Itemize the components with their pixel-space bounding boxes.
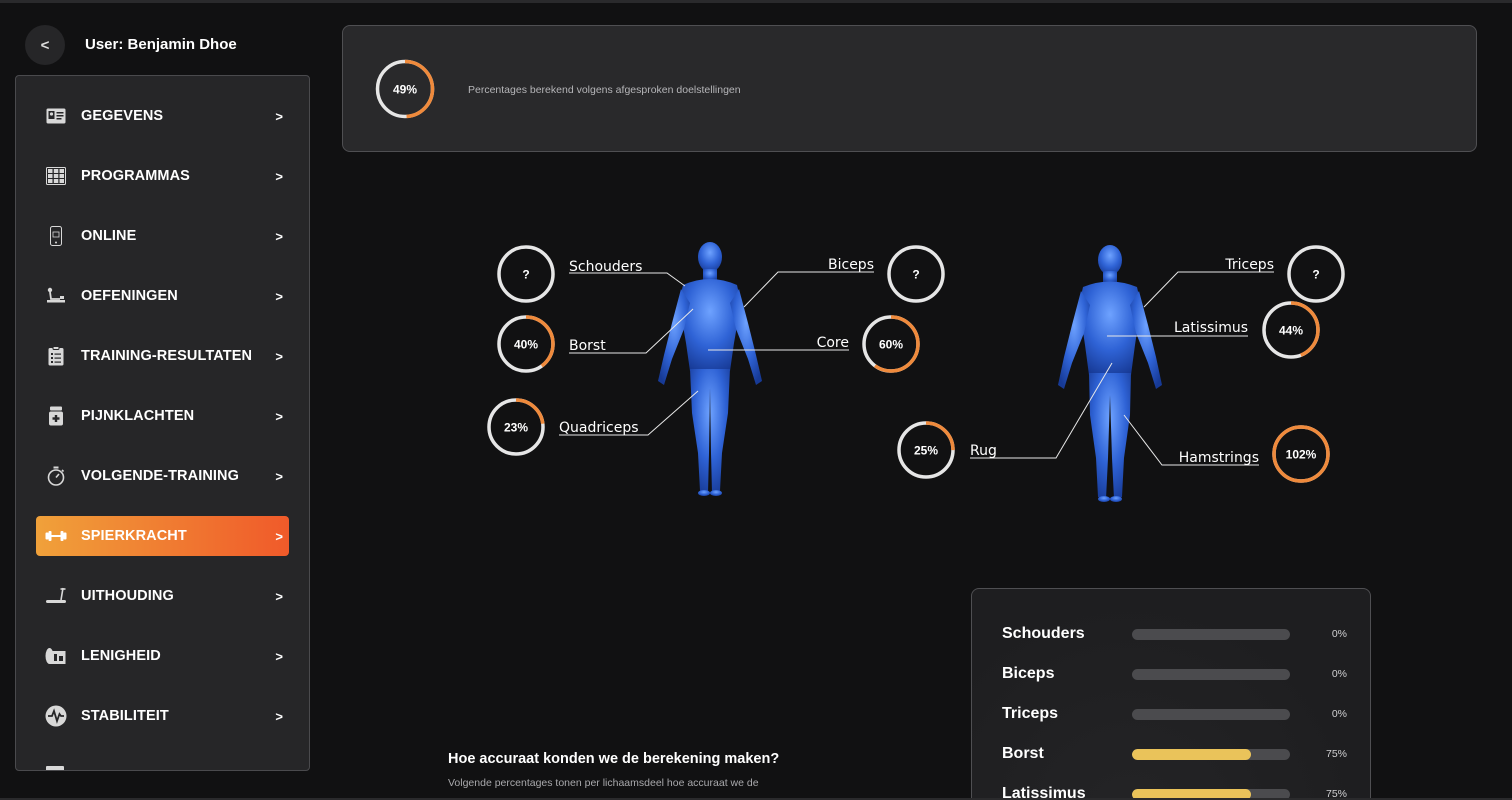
ring-value: ? <box>522 268 529 282</box>
accuracy-title: Hoe accuraat konden we de berekening mak… <box>448 751 780 767</box>
ring-value: 23% <box>504 421 528 435</box>
ring-value: 102% <box>1286 448 1317 462</box>
accuracy-description: Volgende percentages tonen per lichaamsd… <box>448 777 759 800</box>
accuracy-row: Triceps 0% <box>1002 702 1347 726</box>
muscle-ring-core: 60% <box>862 315 920 373</box>
ring-value: 25% <box>914 444 938 458</box>
muscle-label-rug: Rug <box>970 443 997 459</box>
muscle-label-hamstrings: Hamstrings <box>1179 450 1259 466</box>
accuracy-row-pct: 0% <box>1331 708 1347 720</box>
ring-value: 60% <box>879 338 903 352</box>
muscle-ring-borst: 40% <box>497 315 555 373</box>
accuracy-row: Schouders 0% <box>1002 622 1347 646</box>
muscle-label-triceps: Triceps <box>1224 257 1274 273</box>
accuracy-row-name: Biceps <box>1002 665 1055 682</box>
accuracy-bar <box>1132 708 1290 720</box>
muscle-ring-schouders: ? <box>497 245 555 303</box>
ring-value: 40% <box>514 338 538 352</box>
accuracy-card: Schouders 0% Biceps 0% Triceps 0% Borst … <box>971 588 1371 800</box>
muscle-ring-hamstrings: 102% <box>1272 425 1330 483</box>
accuracy-bar <box>1132 628 1290 640</box>
accuracy-row-name: Schouders <box>1002 625 1085 642</box>
muscle-label-latissimus: Latissimus <box>1174 320 1248 336</box>
muscle-ring-quadriceps: 23% <box>487 398 545 456</box>
ring-value: 44% <box>1279 324 1303 338</box>
accuracy-row-pct: 75% <box>1325 748 1347 760</box>
ring-value: ? <box>912 268 919 282</box>
muscle-ring-biceps: ? <box>887 245 945 303</box>
accuracy-row-pct: 0% <box>1331 668 1347 680</box>
back-body-figure <box>1058 245 1162 502</box>
accuracy-row-pct: 0% <box>1331 628 1347 640</box>
ring-value: ? <box>1312 268 1319 282</box>
muscle-label-schouders: Schouders <box>569 259 642 275</box>
front-body-figure <box>658 242 762 496</box>
accuracy-row-name: Triceps <box>1002 705 1059 722</box>
muscle-label-borst: Borst <box>569 338 606 354</box>
muscle-ring-rug: 25% <box>897 421 955 479</box>
muscle-ring-latissimus: 44% <box>1262 301 1320 359</box>
accuracy-row: Biceps 0% <box>1002 662 1347 686</box>
muscle-label-core: Core <box>817 335 849 351</box>
accuracy-bar <box>1132 748 1290 760</box>
accuracy-row: Borst 75% <box>1002 742 1347 766</box>
accuracy-row-name: Borst <box>1002 745 1044 762</box>
muscle-ring-triceps: ? <box>1287 245 1345 303</box>
accuracy-bar-fill <box>1132 748 1251 760</box>
muscle-label-quadriceps: Quadriceps <box>559 420 639 436</box>
accuracy-bar <box>1132 668 1290 680</box>
muscle-label-biceps: Biceps <box>828 257 874 273</box>
